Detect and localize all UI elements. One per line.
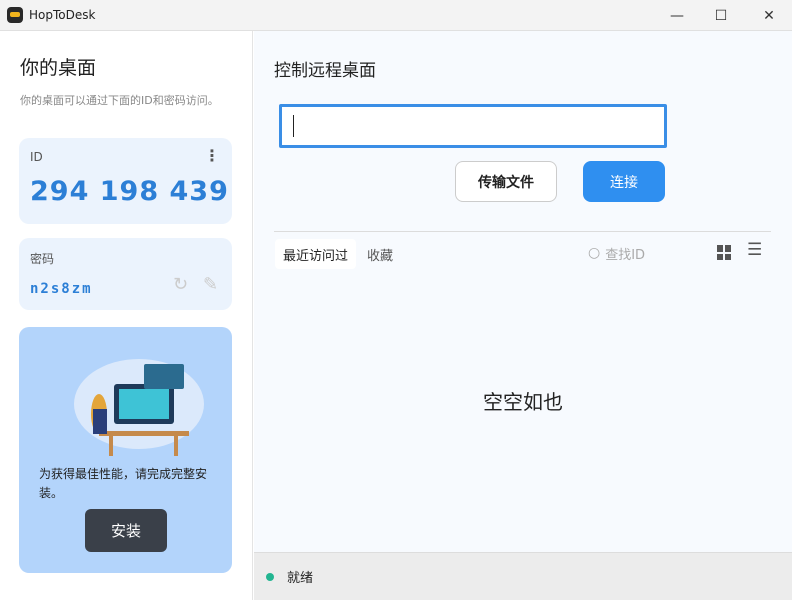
divider bbox=[274, 231, 771, 232]
edit-icon[interactable]: ✎ bbox=[203, 274, 218, 295]
tab-recent[interactable]: 最近访问过 bbox=[275, 239, 356, 269]
title-bar: HopToDesk — ☐ ✕ bbox=[0, 0, 792, 31]
tab-favorites[interactable]: 收藏 bbox=[359, 239, 401, 269]
empty-message: 空空如也 bbox=[254, 386, 792, 415]
control-remote-title: 控制远程桌面 bbox=[274, 56, 376, 81]
install-button[interactable]: 安装 bbox=[85, 509, 167, 552]
maximize-button[interactable]: ☐ bbox=[698, 0, 744, 31]
remote-id-input[interactable] bbox=[279, 104, 667, 148]
app-logo-icon bbox=[7, 7, 23, 23]
close-button[interactable]: ✕ bbox=[746, 0, 792, 31]
grid-view-icon[interactable] bbox=[717, 245, 732, 260]
install-promo: 为获得最佳性能，请完成完整安装。 安装 bbox=[19, 327, 232, 573]
status-dot-icon bbox=[266, 573, 274, 581]
status-text: 就绪 bbox=[287, 567, 313, 586]
refresh-icon[interactable]: ↻ bbox=[173, 274, 188, 295]
status-bar: 就绪 bbox=[254, 552, 792, 600]
search-icon: ○ bbox=[588, 245, 600, 261]
app-title: HopToDesk bbox=[29, 8, 95, 22]
search-field[interactable]: ○ 查找ID bbox=[582, 239, 690, 267]
left-panel: 你的桌面 你的桌面可以通过下面的ID和密码访问。 ID ⋮ 294 198 43… bbox=[0, 31, 253, 600]
list-view-icon[interactable]: ☰ bbox=[747, 240, 762, 260]
more-vert-icon[interactable]: ⋮ bbox=[204, 146, 220, 165]
password-label: 密码 bbox=[30, 250, 54, 267]
promo-illustration bbox=[49, 349, 209, 459]
id-label: ID bbox=[30, 150, 43, 164]
promo-text: 为获得最佳性能，请完成完整安装。 bbox=[39, 465, 219, 503]
desktop-description: 你的桌面可以通过下面的ID和密码访问。 bbox=[20, 93, 230, 109]
id-value: 294 198 439 bbox=[30, 176, 229, 207]
connect-button[interactable]: 连接 bbox=[583, 161, 665, 202]
search-input[interactable]: 查找ID bbox=[605, 244, 645, 263]
minimize-button[interactable]: — bbox=[654, 0, 700, 31]
password-card: 密码 n2s8zm ↻ ✎ bbox=[19, 238, 232, 310]
your-desktop-title: 你的桌面 bbox=[20, 53, 96, 80]
right-panel: 控制远程桌面 传输文件 连接 最近访问过 收藏 ○ 查找ID ☰ 空空如也 bbox=[254, 31, 792, 552]
id-card: ID ⋮ 294 198 439 bbox=[19, 138, 232, 224]
transfer-file-button[interactable]: 传输文件 bbox=[455, 161, 557, 202]
password-value: n2s8zm bbox=[30, 281, 93, 297]
